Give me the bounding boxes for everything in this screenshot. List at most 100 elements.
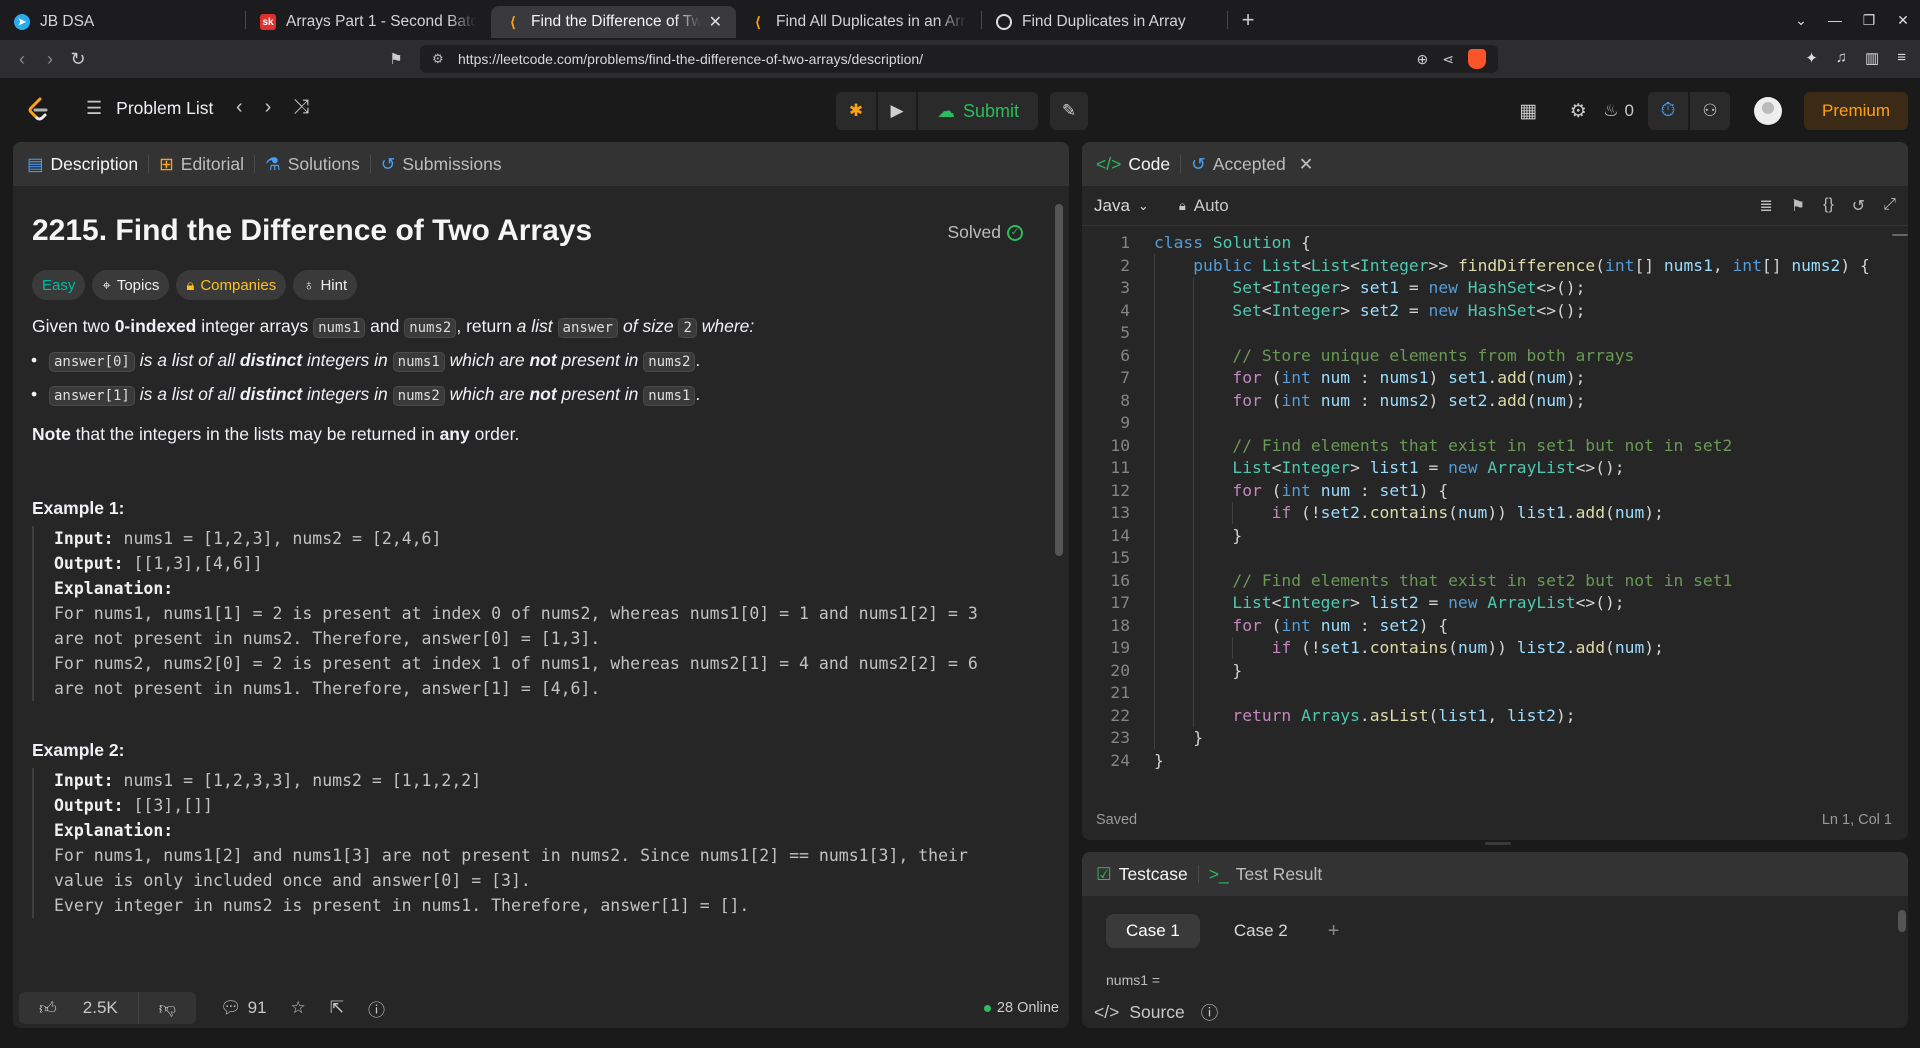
code-line[interactable] [1154,682,1870,705]
code-line[interactable]: // Store unique elements from both array… [1154,345,1870,368]
shuffle-icon[interactable]: ⤨ [293,96,309,119]
code-line[interactable]: } [1154,727,1870,750]
reset-icon[interactable]: ↺ [1852,196,1865,216]
code-line[interactable]: } [1154,660,1870,683]
code-line[interactable]: } [1154,525,1870,548]
code-line[interactable]: // Find elements that exist in set1 but … [1154,435,1870,458]
close-icon[interactable]: ✕ [1299,154,1314,175]
source-button[interactable]: </> Source ⓘ [1094,1000,1218,1025]
share-icon[interactable]: ⋖ [1442,51,1454,68]
code-line[interactable]: public List<List<Integer>> findDifferenc… [1154,255,1870,278]
bookmark-icon[interactable]: ⚑ [1791,196,1805,216]
tab-description[interactable]: ▤ Description [27,154,138,175]
bookmark-icon[interactable]: ⚑ [382,50,410,68]
close-tab-icon[interactable]: ✕ [709,12,722,32]
case-tab[interactable]: Case 1 [1106,914,1200,948]
code-line[interactable]: } [1154,750,1870,773]
browser-tab[interactable]: ⟨ Find All Duplicates in an Array [736,6,981,38]
code-line[interactable]: return Arrays.asList(list1, list2); [1154,705,1870,728]
panel-resize-handle[interactable] [1485,842,1511,845]
close-window-icon[interactable]: ✕ [1886,12,1920,29]
extensions-icon[interactable]: ✦ [1805,49,1818,67]
debug-button[interactable]: ✱ [836,92,876,130]
problem-title[interactable]: 2215. Find the Difference of Two Arrays [32,214,592,248]
run-button[interactable]: ▶ [878,92,916,130]
add-case-button[interactable]: + [1322,914,1346,948]
chevron-down-icon[interactable]: ⌄ [1784,12,1818,29]
tab-test-result[interactable]: >_ Test Result [1209,864,1323,885]
avatar[interactable] [1754,97,1782,125]
comments-button[interactable]: 💬︎ 91 [220,998,267,1018]
zoom-icon[interactable]: ⊕ [1417,51,1429,68]
notes-button[interactable]: ✎ [1050,92,1088,130]
hint-chip[interactable]: ♁ Hint [293,270,358,300]
case-tab[interactable]: Case 2 [1214,914,1308,948]
menu-icon[interactable]: ≡ [1897,49,1906,67]
editor-scrollbar[interactable] [1892,234,1908,236]
tab-editorial[interactable]: ⊞ Editorial [159,154,244,175]
help-button[interactable]: ⓘ [368,996,385,1021]
braces-icon[interactable]: {} [1823,196,1834,216]
browser-tab[interactable]: sk Arrays Part 1 - Second Batch N [246,6,491,38]
code-editor[interactable]: 1 2 3 4 5 6 7 8 9 10 11 12 13 14 15 16 17 18 19 20 21 22 23 24 … [1082,232,1908,772]
leetcode-logo-icon[interactable] [26,97,50,123]
code-line[interactable]: for (int num : nums2) set2.add(num); [1154,390,1870,413]
language-select[interactable]: Java ⌄ [1094,196,1149,216]
tab-solutions[interactable]: ⚗ Solutions [265,154,360,175]
browser-tab-active[interactable]: ⟨ Find the Difference of Two ✕ [491,6,736,38]
code-line[interactable]: for (int num : nums1) set1.add(num); [1154,367,1870,390]
tab-code[interactable]: </> Code [1096,154,1170,175]
back-icon[interactable]: ‹ [8,49,36,70]
code-line[interactable]: if (!set2.contains(num)) list1.add(num); [1154,502,1870,525]
scrollbar[interactable] [1898,910,1906,932]
maximize-icon[interactable]: ❐ [1852,12,1886,29]
tab-accepted[interactable]: ↺ Accepted ✕ [1191,154,1313,175]
like-button[interactable]: 👍︎ 2.5K [19,992,138,1024]
minimize-icon[interactable]: — [1818,12,1852,28]
problem-list-link[interactable]: ☰ Problem List [86,98,213,119]
layout-icon[interactable]: ▦ [1503,100,1553,123]
reload-icon[interactable]: ↻ [64,49,92,70]
url-field[interactable]: ⚙ https://leetcode.com/problems/find-the… [420,45,1498,73]
format-icon[interactable]: ≣ [1759,196,1772,216]
topics-chip[interactable]: ⌖ Topics [92,270,170,300]
code-line[interactable] [1154,322,1870,345]
code-line[interactable]: List<Integer> list2 = new ArrayList<>(); [1154,592,1870,615]
timer-button[interactable]: ⏱ [1648,92,1688,130]
code-line[interactable]: List<Integer> list1 = new ArrayList<>(); [1154,457,1870,480]
browser-tab[interactable]: ➤ JB DSA [0,6,245,38]
auto-toggle[interactable]: 🔒︎ Auto [1179,196,1229,216]
dislike-button[interactable]: 👎︎ [137,992,196,1024]
code-line[interactable]: // Find elements that exist in set2 but … [1154,570,1870,593]
code-line[interactable]: class Solution { [1154,232,1870,255]
help-icon[interactable]: ⓘ [1201,1000,1219,1025]
code-line[interactable]: Set<Integer> set2 = new HashSet<>(); [1154,300,1870,323]
submit-button[interactable]: ☁ Submit [918,92,1038,130]
code-line[interactable]: for (int num : set2) { [1154,615,1870,638]
add-friend-button[interactable]: ⚇ [1690,92,1730,130]
next-problem-icon[interactable]: › [265,96,272,119]
tab-submissions[interactable]: ↺ Submissions [381,154,502,175]
favorite-button[interactable]: ☆ [291,998,306,1018]
companies-chip[interactable]: 🔒︎ Companies [176,270,287,300]
prev-problem-icon[interactable]: ‹ [236,96,243,119]
gear-icon[interactable]: ⚙ [1553,100,1603,123]
browser-tab[interactable]: Find Duplicates in Array [982,6,1227,38]
scrollbar[interactable] [1055,204,1063,556]
code-line[interactable]: if (!set1.contains(num)) list2.add(num); [1154,637,1870,660]
media-icon[interactable]: ♫ [1836,49,1847,67]
code-line[interactable] [1154,412,1870,435]
brave-shield-icon[interactable] [1468,49,1486,69]
streak-counter[interactable]: ♨ 0 [1603,101,1634,121]
code-line[interactable] [1154,547,1870,570]
share-button[interactable]: ⇱ [330,998,344,1018]
fullscreen-icon[interactable]: ⤢ [1883,196,1896,216]
code-content[interactable]: class Solution { public List<List<Intege… [1154,232,1870,772]
site-settings-icon[interactable]: ⚙ [432,51,444,67]
new-tab-button[interactable]: + [1228,7,1268,33]
code-line[interactable]: for (int num : set1) { [1154,480,1870,503]
sidebar-icon[interactable]: ▥ [1865,49,1879,67]
forward-icon[interactable]: › [36,49,64,70]
code-line[interactable]: Set<Integer> set1 = new HashSet<>(); [1154,277,1870,300]
premium-button[interactable]: Premium [1804,92,1908,130]
